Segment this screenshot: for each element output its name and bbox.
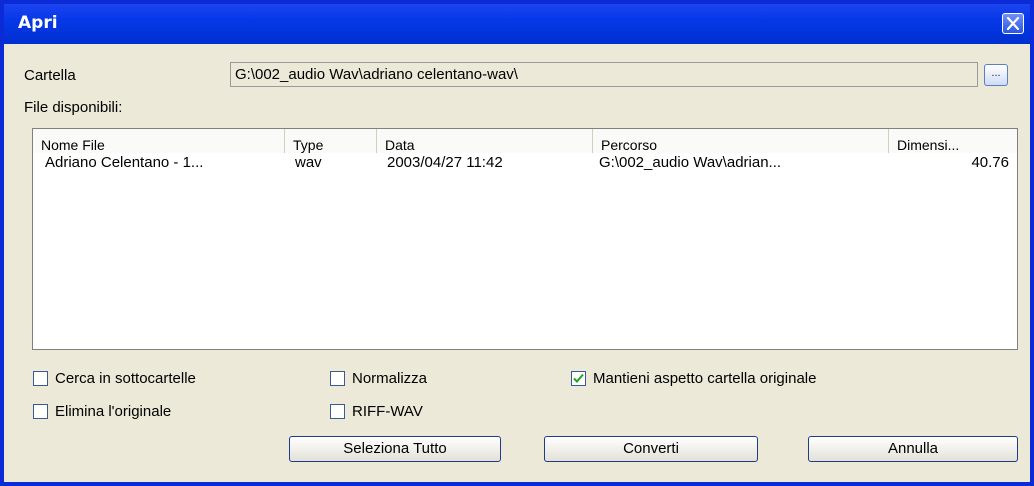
close-button[interactable] (1002, 13, 1024, 34)
file-size-cell: 40.76 (971, 154, 1009, 171)
file-row[interactable]: Adriano Celentano - 1... wav 2003/04/27 … (33, 153, 1017, 171)
title-bar[interactable]: Apri (4, 4, 1030, 44)
search-subfolders-label: Cerca in sottocartelle (55, 370, 196, 387)
normalize-checkbox[interactable] (330, 371, 345, 386)
riff-wav-label: RIFF-WAV (352, 403, 423, 420)
folder-label: Cartella (24, 67, 76, 84)
column-header-name[interactable]: Nome File (33, 129, 285, 153)
browse-button[interactable]: ... (984, 64, 1008, 86)
file-list-header: Nome File Type Data Percorso Dimensi... (33, 129, 1017, 153)
riff-wav-checkbox[interactable] (330, 404, 345, 419)
open-dialog: Apri Cartella G:\002_audio Wav\adriano c… (0, 0, 1034, 486)
convert-button[interactable]: Converti (544, 436, 758, 462)
folder-path-field[interactable]: G:\002_audio Wav\adriano celentano-wav\ (230, 62, 978, 87)
keep-folder-structure-checkbox[interactable] (571, 371, 586, 386)
file-list[interactable]: Nome File Type Data Percorso Dimensi... … (32, 128, 1018, 350)
column-header-size[interactable]: Dimensi... (889, 129, 1017, 153)
select-all-button[interactable]: Seleziona Tutto (289, 436, 501, 462)
file-name-cell: Adriano Celentano - 1... (45, 154, 204, 171)
search-subfolders-checkbox[interactable] (33, 371, 48, 386)
delete-original-checkbox[interactable] (33, 404, 48, 419)
column-header-date[interactable]: Data (377, 129, 593, 153)
file-type-cell: wav (295, 154, 322, 171)
bottom-edge (4, 474, 1030, 482)
dialog-title: Apri (18, 13, 58, 33)
file-date-cell: 2003/04/27 11:42 (387, 154, 503, 171)
keep-folder-structure-label: Mantieni aspetto cartella originale (593, 370, 817, 387)
file-path-cell: G:\002_audio Wav\adrian... (599, 154, 782, 171)
available-files-label: File disponibili: (24, 99, 123, 116)
close-icon (1006, 17, 1020, 30)
cancel-button[interactable]: Annulla (808, 436, 1018, 462)
delete-original-label: Elimina l'originale (55, 403, 172, 420)
column-header-type[interactable]: Type (285, 129, 377, 153)
normalize-label: Normalizza (352, 370, 428, 387)
column-header-path[interactable]: Percorso (593, 129, 889, 153)
checkmark-icon (573, 373, 584, 383)
